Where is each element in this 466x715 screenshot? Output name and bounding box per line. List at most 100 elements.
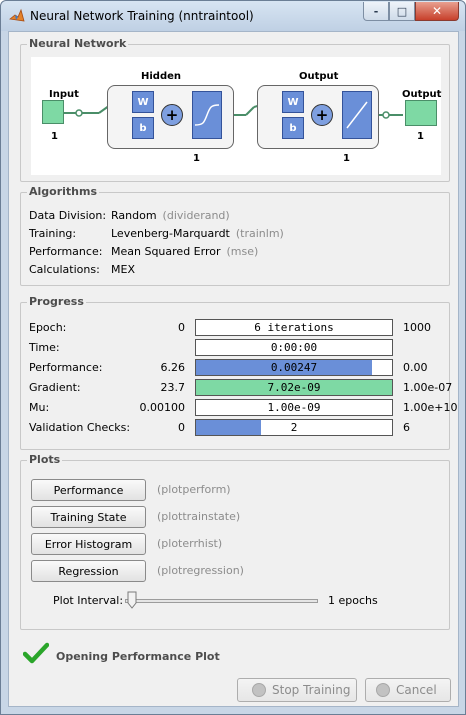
algorithm-key: Training:: [29, 227, 77, 240]
output-bias-block: b: [282, 117, 304, 139]
output-transfer-function: [342, 91, 372, 139]
algorithm-value-group: MEX: [111, 263, 141, 276]
progress-bar-text: 7.02e-09: [267, 381, 321, 394]
progress-label: Gradient:: [29, 381, 81, 394]
regression-plot-function: (plotregression): [157, 564, 244, 577]
stop-training-label: Stop Training: [272, 683, 351, 697]
progress-bar: 7.02e-09: [195, 379, 393, 396]
plots-panel: Plots Performance (plotperform) Training…: [20, 453, 450, 630]
progress-start-value: 0: [178, 421, 185, 434]
algorithm-value-group: Mean Squared Error (mse): [111, 245, 258, 258]
output-sum-icon: +: [311, 104, 333, 126]
progress-label: Time:: [29, 341, 60, 354]
progress-end-value: 1000: [403, 321, 431, 334]
algorithm-key: Data Division:: [29, 209, 107, 222]
error-histogram-plot-function: (ploterrhist): [157, 537, 223, 550]
title-bar[interactable]: Neural Network Training (nntraintool) - …: [1, 1, 465, 31]
progress-bar: 0.00247: [195, 359, 393, 376]
output-layer-label: Output: [299, 71, 339, 82]
cancel-button[interactable]: Cancel: [365, 678, 451, 702]
performance-plot-function: (plotperform): [157, 483, 231, 496]
status-message: Opening Performance Plot: [56, 650, 220, 663]
progress-row-time: Time: 0:00:00: [29, 339, 443, 357]
progress-label: Epoch:: [29, 321, 67, 334]
plot-interval-slider-thumb[interactable]: [127, 591, 137, 609]
algorithm-function: (mse): [226, 245, 259, 258]
algorithm-function: (trainlm): [235, 227, 284, 240]
output-block: [405, 100, 437, 126]
checkmark-icon: [23, 642, 49, 664]
algorithm-value-group: Levenberg-Marquardt (trainlm): [111, 227, 284, 240]
progress-row-mu: Mu: 0.00100 1.00e-09 1.00e+10: [29, 399, 457, 417]
hidden-transfer-function: [192, 91, 222, 139]
progress-label: Mu:: [29, 401, 50, 414]
panel-title-algorithms: Algorithms: [27, 185, 100, 198]
progress-bar-text: 6 iterations: [254, 321, 334, 334]
progress-bar-text: 0.00247: [270, 361, 318, 374]
algorithm-function: (dividerand): [162, 209, 230, 222]
training-state-plot-function: (plottrainstate): [157, 510, 241, 523]
training-state-plot-button[interactable]: Training State: [31, 506, 146, 528]
algorithms-panel: Algorithms Data Division: Random (divider…: [20, 185, 450, 286]
algorithm-key: Performance:: [29, 245, 103, 258]
cancel-label: Cancel: [396, 683, 437, 697]
hidden-weight-block: W: [132, 91, 154, 113]
regression-plot-button[interactable]: Regression: [31, 560, 146, 582]
progress-bar: 1.00e-09: [195, 399, 393, 416]
progress-start-value: 0.00100: [139, 401, 186, 414]
progress-row-validation-checks: Validation Checks: 0 2 6: [29, 419, 443, 437]
algorithm-key: Calculations:: [29, 263, 100, 276]
progress-bar: 0:00:00: [195, 339, 393, 356]
minimize-icon: -: [373, 4, 379, 18]
algorithm-value: Random: [111, 209, 157, 222]
progress-start-value: 0: [178, 321, 185, 334]
progress-row-performance: Performance: 6.26 0.00247 0.00: [29, 359, 443, 377]
nntraintool-window: Neural Network Training (nntraintool) - …: [0, 0, 466, 715]
progress-label: Validation Checks:: [29, 421, 131, 434]
output-weight-block: W: [282, 91, 304, 113]
stop-icon: [252, 683, 266, 697]
algorithm-value-group: Random (dividerand): [111, 209, 230, 222]
hidden-layer-label: Hidden: [141, 71, 182, 82]
input-block: [42, 100, 64, 124]
progress-end-value: 1.00e+10: [403, 401, 458, 414]
connection-lines: [64, 102, 403, 128]
window-client-area: Neural Network Input 1 Hidden W b + 1 Ou…: [8, 31, 459, 707]
error-histogram-plot-button[interactable]: Error Histogram: [31, 533, 146, 555]
progress-label: Performance:: [29, 361, 103, 374]
progress-start-value: 6.26: [160, 361, 186, 374]
neural-network-panel: Neural Network Input 1 Hidden W b + 1 Ou…: [20, 37, 450, 182]
progress-row-gradient: Gradient: 23.7 7.02e-09 1.00e-07: [29, 379, 452, 397]
stop-training-button[interactable]: Stop Training: [237, 678, 357, 702]
maximize-icon: □: [396, 4, 408, 18]
performance-plot-button[interactable]: Performance: [31, 479, 146, 501]
input-label: Input: [49, 89, 79, 100]
output-layer-size: 1: [343, 153, 350, 164]
purelin-icon: [346, 101, 368, 129]
output-size: 1: [417, 131, 424, 142]
tansig-icon: [194, 104, 220, 126]
panel-title-progress: Progress: [27, 295, 86, 308]
hidden-bias-block: b: [132, 117, 154, 139]
progress-panel: Progress Epoch: 0 6 iterations 1000 Time: 0:0…: [20, 295, 457, 450]
progress-bar-text: 1.00e-09: [267, 401, 321, 414]
progress-bar-text: 2: [290, 421, 298, 434]
input-size: 1: [51, 131, 58, 142]
progress-row-epoch: Epoch: 0 6 iterations 1000: [29, 319, 443, 337]
plot-interval-value: 1 epochs: [328, 594, 378, 607]
algorithm-value: Levenberg-Marquardt: [111, 227, 230, 240]
matlab-logo-icon: [9, 8, 25, 22]
progress-end-value: 1.00e-07: [403, 381, 453, 394]
minimize-button[interactable]: -: [363, 2, 389, 21]
hidden-sum-icon: +: [161, 104, 183, 126]
hidden-size: 1: [193, 153, 200, 164]
maximize-button[interactable]: □: [389, 2, 415, 21]
progress-bar: 2: [195, 419, 393, 436]
algorithm-value: MEX: [111, 263, 135, 276]
plot-interval-slider-track[interactable]: [125, 599, 318, 603]
close-icon: ✕: [431, 4, 443, 18]
progress-bar: 6 iterations: [195, 319, 393, 336]
output-label: Output: [402, 89, 442, 100]
cancel-icon: [376, 683, 390, 697]
close-button[interactable]: ✕: [415, 2, 459, 21]
